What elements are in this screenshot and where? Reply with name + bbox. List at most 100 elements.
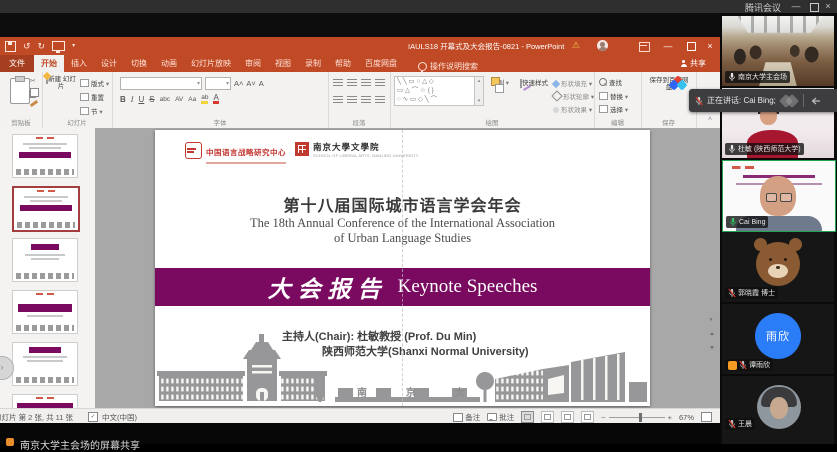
shape-outline-button[interactable]: 形状轮廓 ▾ <box>553 91 594 101</box>
italic-button[interactable]: I <box>131 95 134 104</box>
scroll-down-icon[interactable]: ▾ <box>710 318 713 323</box>
underline-button[interactable]: U <box>138 95 144 104</box>
collapse-ribbon-icon[interactable]: ˄ <box>708 116 712 123</box>
meeting-maximize-icon[interactable] <box>810 3 819 12</box>
format-painter-icon[interactable] <box>30 100 38 107</box>
video-tile-nju-room[interactable]: 南京大学主会场 <box>722 16 834 86</box>
tab-design[interactable]: 设计 <box>94 55 124 72</box>
find-button[interactable]: 查找 <box>599 77 628 87</box>
reset-button[interactable]: 重置 <box>80 92 109 102</box>
warning-icon[interactable]: ⚠ <box>572 40 580 51</box>
justify-icon[interactable] <box>375 96 385 103</box>
fit-to-window-icon[interactable] <box>701 412 712 422</box>
tab-baidu-netdisk[interactable]: 百度网盘 <box>358 55 404 72</box>
previous-slide-button[interactable]: ▴▴ <box>710 332 712 337</box>
tab-insert[interactable]: 插入 <box>64 55 94 72</box>
new-slide-button[interactable]: 新建 幻灯片 <box>46 76 76 90</box>
zoom-slider[interactable] <box>609 417 665 418</box>
video-tile-tan-yuxin[interactable]: 雨欣 谭雨欣 <box>722 304 834 374</box>
slide-thumbnail-6[interactable] <box>12 394 78 408</box>
shrink-font-button[interactable]: A˅ <box>246 79 255 88</box>
tab-help[interactable]: 帮助 <box>328 55 358 72</box>
font-size-combo[interactable]: ▾ <box>205 77 231 90</box>
bold-button[interactable]: B <box>120 95 126 104</box>
section-button[interactable]: 节 ▾ <box>80 106 109 116</box>
change-case-button[interactable]: Aa <box>188 96 196 103</box>
share-button[interactable]: 共享 <box>680 58 706 69</box>
tab-transitions[interactable]: 切换 <box>124 55 154 72</box>
numbering-icon[interactable] <box>347 79 357 86</box>
font-color-button[interactable]: A <box>213 94 218 104</box>
cut-icon[interactable]: ✂ <box>30 78 39 85</box>
account-avatar[interactable] <box>597 40 608 51</box>
save-icon[interactable] <box>5 41 16 52</box>
tab-view[interactable]: 视图 <box>268 55 298 72</box>
char-spacing-button[interactable]: AV <box>175 96 183 103</box>
shadow-button[interactable]: abc <box>160 96 170 103</box>
slide-thumbnail-5[interactable] <box>12 342 78 386</box>
ribbon-display-options-icon[interactable] <box>639 42 650 52</box>
align-center-icon[interactable] <box>347 96 357 103</box>
slide-canvas[interactable]: 中国语言战略研究中心 南京大學文學院 SCHOOL OF LIBERAL ART… <box>155 130 650 406</box>
bullets-icon[interactable] <box>333 79 343 86</box>
video-tile-guo-xiaoxia[interactable]: 郭晓霞 博士 <box>722 232 834 302</box>
tab-record[interactable]: 录制 <box>298 55 328 72</box>
tab-animations[interactable]: 动画 <box>154 55 184 72</box>
slide-thumbnail-4[interactable] <box>12 290 78 334</box>
tab-home[interactable]: 开始 <box>34 55 64 72</box>
video-tile-cai-bing-speaking[interactable]: Cai Bing <box>722 160 836 232</box>
quick-styles-button[interactable]: 快速样式 <box>518 77 550 87</box>
strikethrough-button[interactable]: S <box>149 95 154 104</box>
select-button[interactable]: 选择 ▾ <box>599 104 628 114</box>
redo-icon[interactable]: ↻ <box>38 40 46 52</box>
next-slide-button[interactable]: ▾▾ <box>710 346 712 351</box>
zoom-in-icon[interactable]: + <box>668 413 672 422</box>
tab-file[interactable]: 文件 <box>0 55 34 72</box>
highlight-color-button[interactable]: ab <box>201 94 208 104</box>
ppt-minimize-icon[interactable]: — <box>660 39 676 53</box>
slide-sorter-view-button[interactable] <box>541 411 554 423</box>
arrange-button[interactable]: 排列 ▾ <box>486 77 514 87</box>
shape-fill-button[interactable]: 形状填充 ▾ <box>553 78 594 88</box>
indent-increase-icon[interactable] <box>375 79 385 86</box>
notes-button[interactable]: 备注 <box>453 412 480 423</box>
slide-thumbnail-1[interactable] <box>12 134 78 178</box>
slide-thumbnail-2-selected[interactable] <box>12 186 80 232</box>
shape-effects-button[interactable]: 形状效果 ▾ <box>553 104 594 114</box>
slide-thumbnail-3[interactable] <box>12 238 78 282</box>
align-left-icon[interactable] <box>333 96 343 103</box>
tab-slideshow[interactable]: 幻灯片放映 <box>184 55 238 72</box>
meeting-close-icon[interactable]: × <box>821 0 835 13</box>
zoom-level[interactable]: 67% <box>679 413 694 422</box>
shapes-gallery[interactable]: ╲ ╲ ▭ ○ △ ◇ ▭ △ ⌒ ☆ { } ○ ∿ ▭ ◇ ╲ ⌒ <box>394 76 478 106</box>
paste-button[interactable] <box>10 78 30 104</box>
zoom-out-icon[interactable]: − <box>601 413 605 422</box>
replace-button[interactable]: 替换 ▾ <box>599 91 628 101</box>
language-indicator[interactable]: 中文(中国) <box>102 412 137 423</box>
tell-me-search[interactable]: 操作说明搜索 <box>418 61 478 72</box>
normal-view-button[interactable] <box>521 411 534 423</box>
font-name-combo[interactable]: ▾ <box>120 77 202 90</box>
layout-button[interactable]: 版式 ▾ <box>80 78 109 88</box>
clear-format-button[interactable]: A <box>259 79 264 88</box>
shapes-gallery-scroll[interactable]: ▴▾ <box>474 76 484 106</box>
qat-customize-icon[interactable]: ▾ <box>72 40 75 52</box>
slideshow-icon[interactable] <box>52 41 65 51</box>
slideshow-view-button[interactable] <box>581 411 594 423</box>
align-right-icon[interactable] <box>361 96 371 103</box>
ppt-maximize-icon[interactable] <box>687 42 696 51</box>
reading-view-button[interactable] <box>561 411 574 423</box>
ppt-close-icon[interactable]: × <box>702 39 718 53</box>
undo-icon[interactable]: ↺ <box>23 40 31 52</box>
video-tile-wang-chen[interactable]: 王晨 <box>722 376 834 444</box>
tab-review[interactable]: 审阅 <box>238 55 268 72</box>
grow-font-button[interactable]: A˄ <box>234 79 243 88</box>
copy-icon[interactable] <box>30 88 39 97</box>
collapse-arrow-icon[interactable] <box>810 96 822 106</box>
indent-decrease-icon[interactable] <box>361 79 371 86</box>
save-to-baidu-button[interactable]: 保存到百度网盘 <box>647 77 691 91</box>
zoom-slider-thumb[interactable] <box>639 413 642 422</box>
comments-button[interactable]: 批注 <box>487 412 514 423</box>
meeting-minimize-icon[interactable]: — <box>789 0 803 13</box>
spell-check-icon[interactable]: ✓ <box>88 412 98 422</box>
